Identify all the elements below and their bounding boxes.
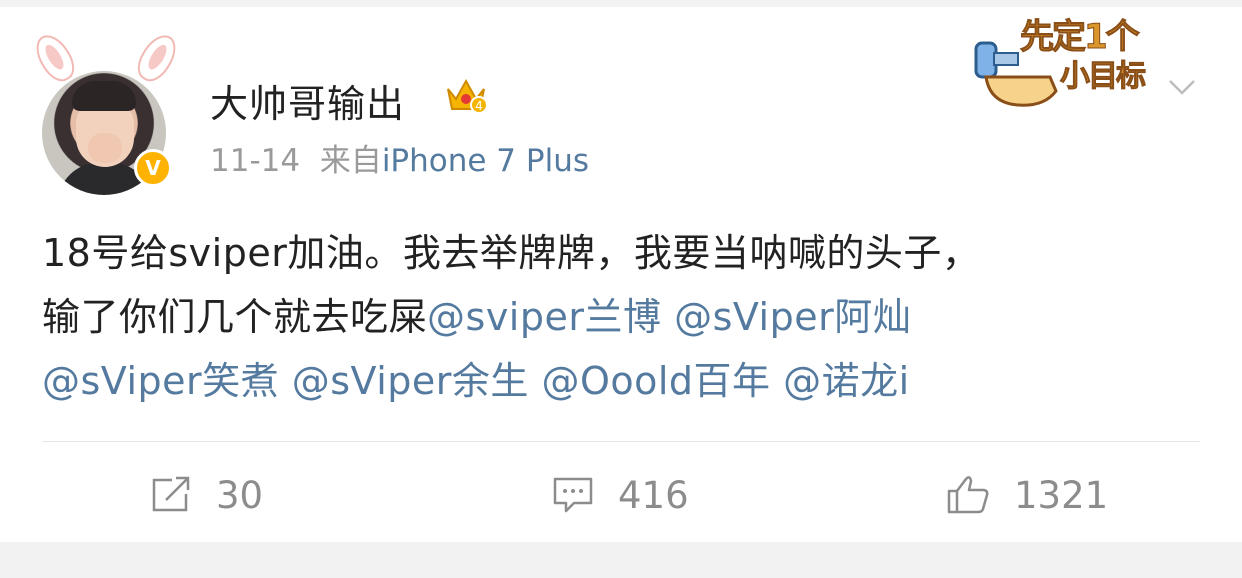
source-prefix: 来自: [319, 143, 382, 179]
repost-icon: [152, 476, 190, 512]
mention-link[interactable]: @sViper笑煮: [42, 359, 279, 403]
bunny-ear-right-icon: [131, 28, 183, 88]
more-chevron-icon[interactable]: [1166, 71, 1198, 103]
avatar[interactable]: V: [29, 27, 183, 195]
mention-link[interactable]: @诺龙i: [783, 359, 910, 403]
comment-icon: [553, 477, 593, 513]
post-text-line2: 输了你们几个就去吃屎: [42, 295, 428, 339]
verified-v-icon: V: [134, 149, 172, 187]
weibo-post-card: V 大帅哥输出 4 11-14 来自iPhone 7 Plus 先定1个 小目标…: [0, 7, 1242, 542]
like-count: 1321: [1014, 473, 1109, 517]
username[interactable]: 大帅哥输出: [210, 73, 405, 128]
repost-button[interactable]: 30: [150, 467, 263, 523]
sticker-line2: 小目标: [1060, 59, 1147, 95]
svg-text:4: 4: [475, 99, 483, 113]
post-text-line1: 18号给sviper加油。我去举牌牌，我要当呐喊的头子，: [42, 231, 981, 275]
sticker-text: 先定1个 小目标: [1020, 17, 1147, 97]
mention-link[interactable]: @Ooold百年: [541, 359, 770, 403]
post-date: 11-14: [210, 143, 301, 179]
post-device[interactable]: iPhone 7 Plus: [382, 143, 589, 179]
like-button[interactable]: 1321: [946, 467, 1108, 523]
like-icon: [947, 476, 989, 514]
comment-button[interactable]: 416: [552, 467, 689, 523]
post-meta: 11-14 来自iPhone 7 Plus: [210, 135, 589, 180]
sticker-line1: 先定1个: [1020, 17, 1141, 58]
divider: [42, 441, 1200, 442]
repost-count: 30: [216, 473, 264, 517]
mention-link[interactable]: @sviper兰博: [427, 295, 661, 339]
comment-count: 416: [618, 473, 689, 517]
mention-link[interactable]: @sViper余生: [292, 359, 529, 403]
post-text: 18号给sviper加油。我去举牌牌，我要当呐喊的头子， 输了你们几个就去吃屎@…: [42, 221, 1202, 413]
crown-icon[interactable]: 4: [444, 75, 488, 115]
mention-link[interactable]: @sViper阿灿: [674, 295, 911, 339]
